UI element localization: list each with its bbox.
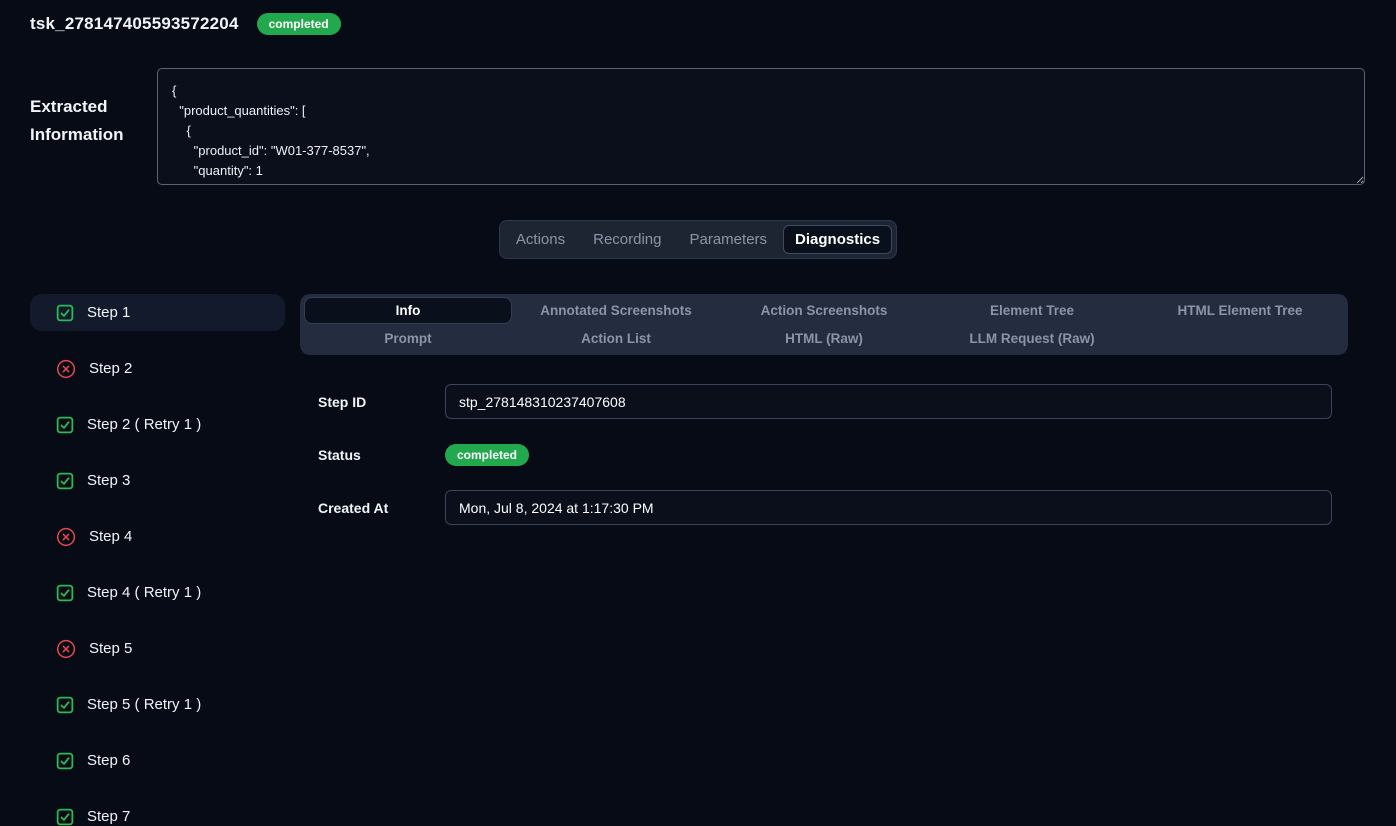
step-item-5[interactable]: Step 5 bbox=[30, 630, 285, 667]
check-square-icon bbox=[56, 584, 74, 602]
step-label: Step 5 bbox=[89, 640, 132, 657]
created-at-row: Created At bbox=[300, 490, 1348, 525]
step-item-4[interactable]: Step 4 bbox=[30, 518, 285, 555]
subtab-element-tree[interactable]: Element Tree bbox=[928, 297, 1136, 324]
step-id-row: Step ID bbox=[300, 384, 1348, 419]
step-item-1[interactable]: Step 1 bbox=[30, 294, 285, 331]
step-label: Step 2 bbox=[89, 360, 132, 377]
extracted-information-label: Extracted Information bbox=[30, 68, 157, 185]
check-square-icon bbox=[56, 752, 74, 770]
subtab-annotated-screenshots[interactable]: Annotated Screenshots bbox=[512, 297, 720, 324]
created-at-input[interactable] bbox=[445, 490, 1332, 525]
check-square-icon bbox=[56, 808, 74, 826]
step-label: Step 6 bbox=[87, 752, 130, 769]
created-at-label: Created At bbox=[300, 500, 445, 516]
subtab-llm-request-raw[interactable]: LLM Request (Raw) bbox=[928, 325, 1136, 352]
status-row: Status completed bbox=[300, 437, 1348, 472]
step-item-4-retry-1[interactable]: Step 4 ( Retry 1 ) bbox=[30, 574, 285, 611]
x-circle-icon bbox=[56, 527, 76, 547]
status-label: Status bbox=[300, 447, 445, 463]
subtab-html-raw[interactable]: HTML (Raw) bbox=[720, 325, 928, 352]
main-tabbar: Actions Recording Parameters Diagnostics bbox=[499, 220, 897, 259]
check-square-icon bbox=[56, 416, 74, 434]
step-label: Step 7 bbox=[87, 808, 130, 825]
check-square-icon bbox=[56, 304, 74, 322]
step-item-2-retry-1[interactable]: Step 2 ( Retry 1 ) bbox=[30, 406, 285, 443]
step-status-badge: completed bbox=[445, 444, 529, 466]
main-area: Step 1 Step 2 Step 2 ( Retry 1 ) Step 3 bbox=[30, 294, 1348, 826]
subtab-prompt[interactable]: Prompt bbox=[304, 325, 512, 352]
step-label: Step 4 ( Retry 1 ) bbox=[87, 584, 201, 601]
diagnostics-subtabs: Info Annotated Screenshots Action Screen… bbox=[300, 294, 1348, 355]
step-label: Step 3 bbox=[87, 472, 130, 489]
tab-diagnostics[interactable]: Diagnostics bbox=[783, 225, 892, 254]
subtab-action-screenshots[interactable]: Action Screenshots bbox=[720, 297, 928, 324]
step-item-2[interactable]: Step 2 bbox=[30, 350, 285, 387]
tab-actions[interactable]: Actions bbox=[504, 225, 577, 254]
diagnostics-panel: Info Annotated Screenshots Action Screen… bbox=[300, 294, 1348, 826]
subtab-info[interactable]: Info bbox=[304, 297, 512, 324]
main-tabbar-wrap: Actions Recording Parameters Diagnostics bbox=[0, 220, 1396, 259]
step-label: Step 5 ( Retry 1 ) bbox=[87, 696, 201, 713]
task-header: tsk_278147405593572204 completed bbox=[0, 0, 1396, 35]
tab-recording[interactable]: Recording bbox=[581, 225, 673, 254]
check-square-icon bbox=[56, 472, 74, 490]
step-item-3[interactable]: Step 3 bbox=[30, 462, 285, 499]
step-list: Step 1 Step 2 Step 2 ( Retry 1 ) Step 3 bbox=[30, 294, 285, 826]
tab-parameters[interactable]: Parameters bbox=[678, 225, 780, 254]
step-label: Step 4 bbox=[89, 528, 132, 545]
step-item-6[interactable]: Step 6 bbox=[30, 742, 285, 779]
info-fields: Step ID Status completed Created At bbox=[300, 384, 1348, 525]
subtab-action-list[interactable]: Action List bbox=[512, 325, 720, 352]
extracted-information-section: Extracted Information { "product_quantit… bbox=[30, 68, 1365, 185]
x-circle-icon bbox=[56, 359, 76, 379]
step-item-7[interactable]: Step 7 bbox=[30, 798, 285, 826]
x-circle-icon bbox=[56, 639, 76, 659]
step-item-5-retry-1[interactable]: Step 5 ( Retry 1 ) bbox=[30, 686, 285, 723]
subtab-spacer bbox=[1136, 325, 1344, 352]
task-status-badge: completed bbox=[257, 13, 341, 35]
subtab-html-element-tree[interactable]: HTML Element Tree bbox=[1136, 297, 1344, 324]
step-label: Step 2 ( Retry 1 ) bbox=[87, 416, 201, 433]
step-id-label: Step ID bbox=[300, 394, 445, 410]
task-id-title: tsk_278147405593572204 bbox=[30, 14, 239, 34]
check-square-icon bbox=[56, 696, 74, 714]
step-label: Step 1 bbox=[87, 304, 130, 321]
extracted-information-textarea[interactable]: { "product_quantities": [ { "product_id"… bbox=[157, 68, 1365, 185]
step-id-input[interactable] bbox=[445, 384, 1332, 419]
